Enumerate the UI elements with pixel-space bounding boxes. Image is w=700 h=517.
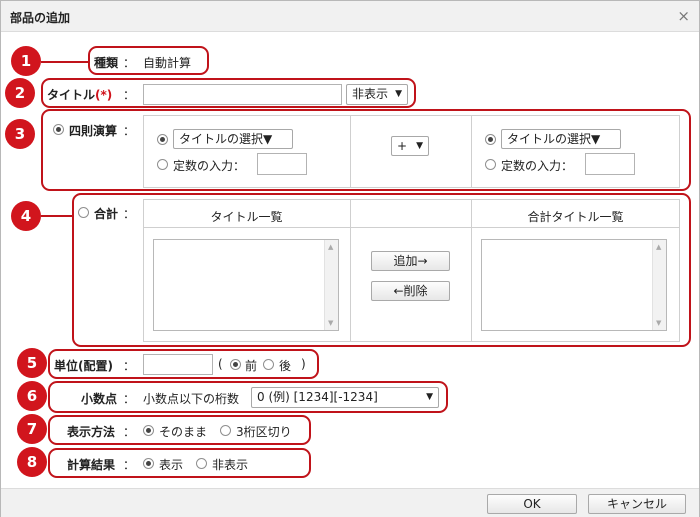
dialog-title: 部品の追加	[10, 11, 71, 25]
calc-result-label: 計算結果	[67, 458, 116, 472]
callout-badge-5: 5	[17, 348, 47, 378]
callout-leader-4	[41, 215, 73, 217]
chevron-down-icon: ▼	[395, 89, 402, 99]
unit-after-label: 後	[279, 359, 292, 373]
divider	[471, 115, 472, 188]
unit-colon: ：	[123, 359, 136, 373]
calc-hide-radio[interactable]	[196, 458, 207, 469]
title-input[interactable]	[143, 84, 342, 105]
divider	[350, 115, 351, 188]
calc-hide-label: 非表示	[212, 458, 249, 472]
operator-select[interactable]: + ▼	[391, 136, 429, 156]
sum-colon: ：	[123, 207, 136, 221]
chevron-down-icon: ▼	[426, 392, 433, 402]
callout-badge-7: 7	[17, 414, 47, 444]
decimal-places-select[interactable]: 0 (例) [1234][-1234] ▼	[251, 387, 439, 408]
type-label: 種類	[94, 56, 119, 70]
sum-label: 合計	[94, 207, 119, 221]
sum-radio[interactable]	[78, 207, 89, 218]
required-mark: (*)	[95, 88, 113, 102]
display-comma-label: 3桁区切り	[236, 425, 292, 439]
display-method-label: 表示方法	[67, 425, 116, 439]
unit-close-paren: )	[301, 357, 306, 371]
divider	[350, 199, 351, 342]
unit-open-paren: (	[218, 357, 223, 371]
cancel-button[interactable]: キャンセル	[588, 494, 686, 514]
type-colon: ：	[123, 56, 136, 70]
callout-badge-8: 8	[17, 447, 47, 477]
title-listbox[interactable]: ▲ ▼	[153, 239, 339, 331]
operator-value: +	[397, 139, 408, 153]
right-operand-title-select[interactable]: タイトルの選択▼	[501, 129, 621, 149]
decimal-places-value: 0 (例) [1234][-1234]	[257, 390, 378, 404]
decimal-label: 小数点	[81, 392, 118, 406]
left-operand-title-select[interactable]: タイトルの選択▼	[173, 129, 293, 149]
remove-button[interactable]: ←削除	[371, 281, 450, 301]
calc-show-radio[interactable]	[143, 458, 154, 469]
right-operand-const-radio[interactable]	[485, 159, 496, 170]
callout-badge-4: 4	[11, 201, 41, 231]
decimal-colon: ：	[123, 392, 136, 406]
title-visibility-select[interactable]: 非表示 ▼	[346, 84, 408, 105]
title-colon: ：	[123, 88, 136, 102]
scroll-up-icon[interactable]: ▲	[328, 243, 333, 251]
unit-before-radio[interactable]	[230, 359, 241, 370]
unit-input[interactable]	[143, 354, 213, 375]
type-value: 自動計算	[143, 56, 192, 70]
callout-leader-1	[41, 61, 89, 63]
add-part-dialog: 部品の追加 × 1 種類 ： 自動計算 2 タイトル(*) ： 非表示 ▼ 3 …	[0, 0, 700, 517]
unit-after-radio[interactable]	[263, 359, 274, 370]
sum-title-list-header: 合計タイトル一覧	[527, 210, 624, 224]
title-list-scrollbar[interactable]: ▲ ▼	[324, 240, 338, 330]
arithmetic-radio[interactable]	[53, 124, 64, 135]
title-label-text: タイトル	[47, 88, 96, 102]
scroll-down-icon[interactable]: ▼	[328, 319, 333, 327]
callout-badge-1: 1	[11, 46, 41, 76]
right-operand-const-label: 定数の入力：	[501, 159, 574, 173]
add-button[interactable]: 追加→	[371, 251, 450, 271]
chevron-down-icon: ▼	[416, 141, 423, 151]
unit-label: 単位(配置)	[54, 359, 113, 373]
scroll-up-icon[interactable]: ▲	[656, 243, 661, 251]
right-operand-title-radio[interactable]	[485, 134, 496, 145]
title-visibility-value: 非表示	[352, 87, 389, 101]
dialog-footer: OK キャンセル	[1, 488, 699, 517]
sum-title-listbox[interactable]: ▲ ▼	[481, 239, 667, 331]
left-operand-title-select-value: タイトルの選択▼	[179, 132, 273, 146]
sum-list-scrollbar[interactable]: ▲ ▼	[652, 240, 666, 330]
ok-button[interactable]: OK	[487, 494, 577, 514]
display-method-colon: ：	[123, 425, 136, 439]
callout-badge-3: 3	[5, 119, 35, 149]
left-operand-title-radio[interactable]	[157, 134, 168, 145]
scroll-down-icon[interactable]: ▼	[656, 319, 661, 327]
title-list-header: タイトル一覧	[210, 210, 283, 224]
decimal-sublabel: 小数点以下の桁数	[143, 392, 240, 406]
left-operand-const-radio[interactable]	[157, 159, 168, 170]
display-asis-radio[interactable]	[143, 425, 154, 436]
left-operand-const-input[interactable]	[257, 153, 307, 175]
close-icon[interactable]: ×	[677, 7, 690, 25]
calc-show-label: 表示	[159, 458, 184, 472]
unit-before-label: 前	[245, 359, 258, 373]
display-asis-label: そのまま	[159, 425, 208, 439]
right-operand-title-select-value: タイトルの選択▼	[507, 132, 601, 146]
left-operand-const-label: 定数の入力：	[173, 159, 246, 173]
arithmetic-colon: ：	[123, 124, 136, 138]
arithmetic-label: 四則演算	[69, 124, 118, 138]
right-operand-const-input[interactable]	[585, 153, 635, 175]
calc-result-colon: ：	[123, 458, 136, 472]
callout-badge-6: 6	[17, 381, 47, 411]
callout-badge-2: 2	[5, 78, 35, 108]
divider	[143, 227, 680, 228]
title-label: タイトル(*)	[47, 86, 112, 103]
display-comma-radio[interactable]	[220, 425, 231, 436]
dialog-titlebar: 部品の追加 ×	[1, 1, 699, 32]
